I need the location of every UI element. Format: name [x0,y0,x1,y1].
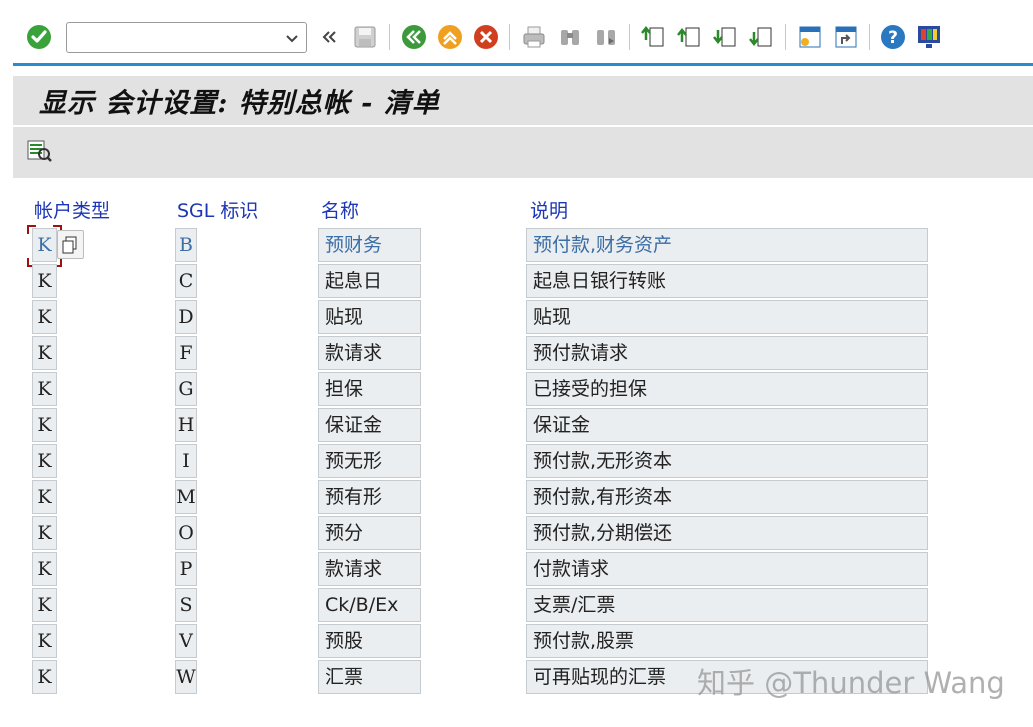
account-type-cell[interactable]: K [32,264,57,298]
table-row: K H 保证金 保证金 [0,408,1033,444]
account-type-cell[interactable]: K [32,228,57,262]
sgl-indicator-cell[interactable]: B [175,228,197,262]
name-cell[interactable]: 保证金 [318,408,421,442]
header-name: 名称 [321,200,360,222]
page-title: 显示 会计设置: 特别总帐 - 清单 [39,88,440,119]
account-type-cell[interactable]: K [32,516,57,550]
table-row: K D 贴现 贴现 [0,300,1033,336]
help-icon[interactable]: ? [878,22,908,52]
description-cell[interactable]: 起息日银行转账 [526,264,928,298]
account-type-cell[interactable]: K [32,300,57,334]
sgl-indicator-cell[interactable]: I [175,444,197,478]
find-next-icon[interactable] [591,22,621,52]
name-cell[interactable]: 款请求 [318,336,421,370]
account-type-cell[interactable]: K [32,480,57,514]
command-input[interactable] [71,26,271,49]
table-row: K O 预分 预付款,分期偿还 [0,516,1033,552]
description-cell[interactable]: 预付款,分期偿还 [526,516,928,550]
name-cell[interactable]: 担保 [318,372,421,406]
command-field[interactable] [66,22,307,53]
table-row: K M 预有形 预付款,有形资本 [0,480,1033,516]
table-row: K B 预财务 预付款,财务资产 [0,225,1033,267]
description-cell[interactable]: 付款请求 [526,552,928,586]
name-cell[interactable]: 汇票 [318,660,421,694]
description-cell[interactable]: 预付款,财务资产 [526,228,928,262]
details-icon[interactable] [26,138,52,164]
account-type-cell[interactable]: K [32,624,57,658]
back-icon[interactable] [399,22,429,52]
system-toolbar: ? [0,0,1033,72]
name-cell[interactable]: 预股 [318,624,421,658]
create-session-icon[interactable] [795,22,825,52]
description-cell[interactable]: 预付款,股票 [526,624,928,658]
table-row: K P 款请求 付款请求 [0,552,1033,588]
svg-text:?: ? [888,28,898,48]
table-row: K I 预无形 预付款,无形资本 [0,444,1033,480]
account-type-cell[interactable]: K [32,552,57,586]
name-cell[interactable]: 预有形 [318,480,421,514]
sgl-indicator-cell[interactable]: O [175,516,197,550]
description-cell[interactable]: 预付款请求 [526,336,928,370]
name-cell[interactable]: 预财务 [318,228,421,262]
title-bar: 显示 会计设置: 特别总帐 - 清单 [13,76,1033,125]
name-cell[interactable]: 起息日 [318,264,421,298]
header-sgl-indicator: SGL 标识 [177,200,259,222]
previous-page-icon[interactable] [674,22,704,52]
account-type-cell[interactable]: K [32,372,57,406]
description-cell[interactable]: 预付款,有形资本 [526,480,928,514]
header-description: 说明 [530,200,569,222]
exit-icon[interactable] [435,22,465,52]
first-page-icon[interactable] [638,22,668,52]
table-row: K S Ck/B/Ex 支票/汇票 [0,588,1033,624]
table-row: K G 担保 已接受的担保 [0,372,1033,408]
watermark: 知乎 @Thunder Wang [697,666,1005,700]
shortcut-icon[interactable] [831,22,861,52]
sgl-indicator-cell[interactable]: H [175,408,197,442]
sgl-indicator-cell[interactable]: C [175,264,197,298]
account-type-cell[interactable]: K [32,408,57,442]
sgl-indicator-cell[interactable]: G [175,372,197,406]
save-icon[interactable] [350,22,380,52]
enter-icon[interactable] [24,22,54,52]
application-toolbar [13,127,1033,178]
name-cell[interactable]: 预无形 [318,444,421,478]
name-cell[interactable]: Ck/B/Ex [318,588,421,622]
last-page-icon[interactable] [746,22,776,52]
description-cell[interactable]: 支票/汇票 [526,588,928,622]
next-page-icon[interactable] [710,22,740,52]
description-cell[interactable]: 预付款,无形资本 [526,444,928,478]
sgl-indicator-cell[interactable]: F [175,336,197,370]
chevron-down-icon[interactable] [284,30,300,46]
sgl-indicator-cell[interactable]: M [175,480,197,514]
table-row: K V 预股 预付款,股票 [0,624,1033,660]
sgl-indicator-cell[interactable]: V [175,624,197,658]
toolbar-divider [13,63,1033,66]
table-row: K C 起息日 起息日银行转账 [0,264,1033,300]
account-type-cell[interactable]: K [32,336,57,370]
sgl-indicator-cell[interactable]: S [175,588,197,622]
description-cell[interactable]: 贴现 [526,300,928,334]
sgl-indicator-cell[interactable]: P [175,552,197,586]
description-cell[interactable]: 保证金 [526,408,928,442]
account-type-cell[interactable]: K [32,588,57,622]
name-cell[interactable]: 贴现 [318,300,421,334]
sgl-indicator-cell[interactable]: W [175,660,197,694]
table-row: K F 款请求 预付款请求 [0,336,1033,372]
header-account-type: 帐户类型 [34,200,111,222]
sgl-indicator-cell[interactable]: D [175,300,197,334]
account-type-cell[interactable]: K [32,444,57,478]
back-nav-icon[interactable] [314,22,344,52]
name-cell[interactable]: 款请求 [318,552,421,586]
description-cell[interactable]: 已接受的担保 [526,372,928,406]
customize-layout-icon[interactable] [914,22,944,52]
cancel-icon[interactable] [471,22,501,52]
copy-icon[interactable] [57,230,84,259]
account-type-cell[interactable]: K [32,660,57,694]
name-cell[interactable]: 预分 [318,516,421,550]
print-icon[interactable] [519,22,549,52]
find-icon[interactable] [555,22,585,52]
